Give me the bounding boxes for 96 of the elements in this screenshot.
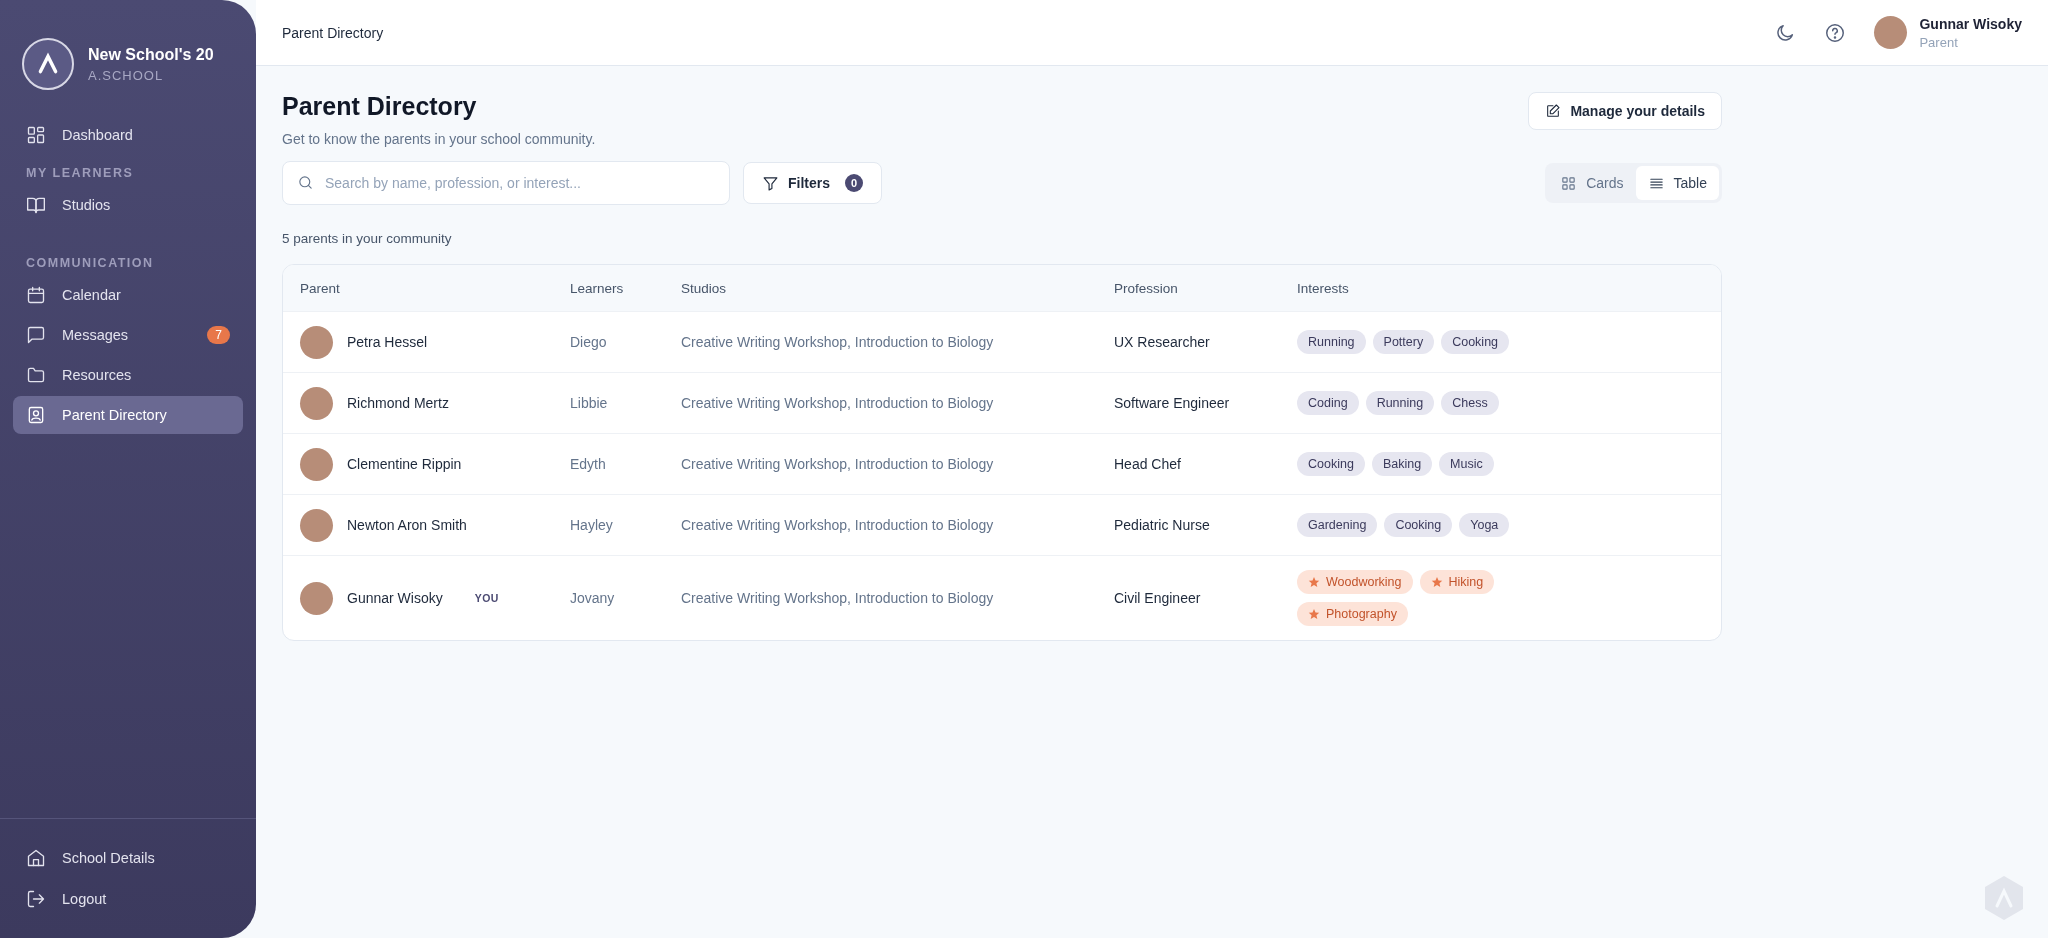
interest-tag: Pottery [1372, 330, 1435, 354]
filters-button[interactable]: Filters 0 [743, 162, 882, 204]
interest-tag: Woodworking [1297, 570, 1413, 594]
table-cell-text: Creative Writing Workshop, Introduction to Biology [681, 590, 995, 606]
table-cell-text: Libbie [570, 395, 609, 411]
nav-label: Logout [62, 891, 107, 907]
parent-name: Gunnar Wisoky [347, 590, 443, 606]
book-icon [26, 195, 46, 215]
interest-tag: Coding [1297, 391, 1359, 415]
parent-name: Richmond Mertz [347, 395, 449, 411]
logout-icon [26, 889, 46, 909]
filter-icon [762, 174, 779, 192]
column-header: Learners [570, 280, 625, 296]
edit-icon [1545, 103, 1562, 119]
search-field[interactable]: Search by name, profession, or interest... [282, 161, 730, 205]
interest-tag: Running [1365, 391, 1435, 415]
manage-details-button[interactable]: Manage your details [1528, 92, 1722, 130]
interest-tag: Cooking [1441, 330, 1510, 354]
column-header: Interests [1297, 280, 1350, 296]
you-label: YOU [474, 592, 499, 604]
school-subtitle: A.SCHOOL [88, 67, 165, 83]
nav-item[interactable]: Dashboard [13, 116, 243, 154]
result-count: 5 parents in your community [282, 231, 453, 246]
avatar [300, 508, 333, 542]
parent-name: Petra Hessel [347, 334, 428, 350]
table-cell-text: Edyth [570, 456, 607, 472]
breadcrumb: Parent Directory [282, 24, 384, 41]
unread-badge: 7 [207, 326, 230, 344]
view-toggle-tab[interactable]: Cards [1548, 166, 1636, 200]
contact-card-icon [26, 405, 46, 425]
table-cell-text: Creative Writing Workshop, Introduction to Biology [681, 395, 995, 411]
nav-label: Messages [62, 327, 129, 343]
star-icon [1308, 608, 1320, 620]
interest-tag: Gardening [1297, 513, 1378, 537]
grid-icon [1560, 174, 1578, 192]
page-subtitle: Get to know the parents in your school community. [282, 131, 596, 147]
table-cell-text: UX Researcher [1114, 334, 1211, 350]
parent-name: Newton Aron Smith [347, 517, 467, 533]
interest-tag: Hiking [1419, 570, 1495, 594]
nav-label: Parent Directory [62, 407, 167, 423]
parent-name: Clementine Rippin [347, 456, 462, 472]
nav-label: Dashboard [62, 127, 133, 143]
interest-tag: Running [1297, 330, 1366, 354]
interest-tag: Music [1439, 452, 1494, 476]
table-cell-text: Creative Writing Workshop, Introduction to Biology [681, 456, 995, 472]
interest-tag: Yoga [1459, 513, 1510, 537]
folder-icon [26, 365, 46, 385]
avatar [300, 581, 333, 615]
nav-label: Resources [62, 367, 132, 383]
help-button[interactable] [1824, 21, 1847, 44]
table-cell-text: Creative Writing Workshop, Introduction to Biology [681, 517, 995, 533]
page-title: Parent Directory [282, 92, 478, 121]
interest-tag: Baking [1371, 452, 1433, 476]
nav-section-heading: MY LEARNERS [25, 165, 135, 182]
avatar[interactable] [1874, 16, 1908, 49]
nav-item[interactable]: Calendar [13, 276, 243, 314]
chat-icon [26, 325, 46, 345]
school-name: New School's 20 [88, 45, 214, 64]
table-cell-text: Civil Engineer [1114, 590, 1202, 606]
table-cell-text: Software Engineer [1114, 395, 1231, 411]
nav-item[interactable]: Logout [13, 880, 243, 918]
table-cell-text: Creative Writing Workshop, Introduction to Biology [681, 334, 995, 350]
nav-label: Studios [62, 197, 111, 213]
star-icon [1308, 576, 1320, 588]
interest-tag: Photography [1297, 602, 1408, 626]
school-logo-icon [22, 38, 74, 90]
column-header: Parent [300, 280, 341, 296]
nav-section-heading: COMMUNICATION [25, 255, 155, 272]
table-cell-text: Diego [570, 334, 608, 350]
star-icon [1430, 576, 1443, 588]
nav-item[interactable]: Resources [13, 356, 243, 394]
nav-item[interactable]: Studios [13, 186, 243, 224]
nav-label: School Details [62, 850, 155, 866]
avatar [300, 325, 333, 359]
table-cell-text: Pediatric Nurse [1114, 517, 1211, 533]
nav-item[interactable]: School Details [13, 839, 243, 877]
nav-label: Calendar [62, 287, 121, 303]
calendar-icon [26, 285, 46, 305]
interest-tag: Cooking [1297, 452, 1365, 476]
table-cell-text: Head Chef [1114, 456, 1182, 472]
nav-item[interactable]: Parent Directory [13, 396, 243, 434]
home-icon [26, 848, 46, 868]
view-toggle-tab[interactable]: Table [1635, 166, 1719, 200]
column-header: Studios [681, 280, 728, 296]
nav-item[interactable]: Messages 7 [13, 316, 243, 354]
avatar [300, 386, 333, 420]
user-name: Gunnar Wisoky [1919, 15, 2022, 32]
help-icon [1824, 21, 1847, 44]
interest-tag: Cooking [1384, 513, 1453, 537]
table-cell-text: Hayley [570, 517, 614, 533]
user-role: Parent [1919, 34, 1959, 50]
interest-tag: Chess [1441, 391, 1499, 415]
avatar [300, 447, 333, 481]
dashboard-icon [26, 125, 46, 145]
table-cell-text: Jovany [570, 590, 616, 606]
column-header: Profession [1114, 280, 1179, 296]
